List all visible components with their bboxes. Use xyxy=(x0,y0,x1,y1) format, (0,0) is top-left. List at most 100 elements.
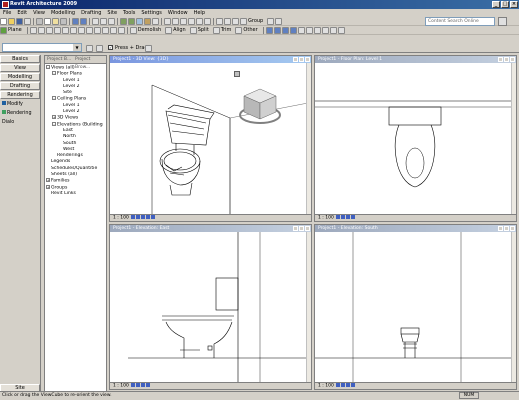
expand-icon[interactable]: + xyxy=(46,178,50,183)
paste-icon[interactable] xyxy=(52,18,59,25)
resize-icon[interactable] xyxy=(204,18,211,25)
view-south-titlebar[interactable]: Project1 - Elevation: South xyxy=(315,225,516,232)
edit-group-icon[interactable] xyxy=(275,18,283,25)
detail-level-icon[interactable] xyxy=(336,215,341,219)
collapse-icon[interactable]: - xyxy=(46,65,50,69)
plane-label[interactable]: Plane xyxy=(8,26,22,34)
hide-icon[interactable] xyxy=(151,215,156,219)
press-drag-checkbox[interactable]: ✓ xyxy=(108,45,113,50)
view-3d-canvas[interactable] xyxy=(110,63,306,214)
maximize-button[interactable]: □ xyxy=(501,1,509,8)
thin-lines-icon[interactable] xyxy=(164,18,171,25)
view-3d-scrollbar[interactable] xyxy=(306,63,311,214)
tool-12-icon[interactable] xyxy=(117,27,125,34)
menu-site[interactable]: Site xyxy=(104,9,120,17)
view-maximize-icon[interactable] xyxy=(504,226,509,231)
view-minimize-icon[interactable] xyxy=(498,57,503,62)
crop-icon[interactable] xyxy=(146,215,151,219)
tool-10-icon[interactable] xyxy=(101,27,109,34)
menu-drafting[interactable]: Drafting xyxy=(78,9,104,17)
content-search-input[interactable]: Content Search Online xyxy=(425,17,495,26)
align-label[interactable]: Align xyxy=(173,26,186,34)
revit-app-icon[interactable] xyxy=(2,1,9,8)
minimize-button[interactable]: _ xyxy=(492,1,500,8)
sync-icon[interactable] xyxy=(24,18,31,25)
plane-icon[interactable] xyxy=(0,27,7,34)
tool-9-icon[interactable] xyxy=(93,27,101,34)
tool-15-icon[interactable] xyxy=(281,27,289,34)
collapse-icon[interactable]: - xyxy=(52,96,56,101)
tab-view[interactable]: View xyxy=(0,64,40,72)
pin-icon[interactable] xyxy=(216,18,223,25)
view-close-icon[interactable] xyxy=(305,57,310,62)
visual-style-icon[interactable] xyxy=(341,383,346,387)
view-floor-scale[interactable]: 1 : 100 xyxy=(318,216,334,221)
new-icon[interactable] xyxy=(0,18,7,25)
home-icon[interactable] xyxy=(234,71,240,77)
3d-view-icon[interactable] xyxy=(144,18,151,25)
tool-6-icon[interactable] xyxy=(69,27,77,34)
other-icon[interactable] xyxy=(235,27,243,34)
mirror-icon[interactable] xyxy=(188,18,195,25)
tool-1-icon[interactable] xyxy=(29,27,37,34)
tool-3-icon[interactable] xyxy=(45,27,53,34)
view-east-scale[interactable]: 1 : 100 xyxy=(113,384,129,389)
copy-view-icon[interactable] xyxy=(172,18,179,25)
view-south-scale[interactable]: 1 : 100 xyxy=(318,384,334,389)
menu-window[interactable]: Window xyxy=(165,9,191,17)
view-floor-titlebar[interactable]: Project1 - Floor Plan: Level 1 xyxy=(315,56,516,63)
tool-8-icon[interactable] xyxy=(85,27,93,34)
view-3d-scale[interactable]: 1 : 100 xyxy=(113,216,129,221)
browser-tab-1[interactable]: Project B... xyxy=(45,56,73,64)
tool-17-icon[interactable] xyxy=(297,27,305,34)
visual-style-icon[interactable] xyxy=(136,215,141,219)
menu-view[interactable]: View xyxy=(30,9,48,17)
view-maximize-icon[interactable] xyxy=(504,57,509,62)
tool-13-icon[interactable] xyxy=(265,27,273,34)
save-icon[interactable] xyxy=(16,18,23,25)
menu-file[interactable]: File xyxy=(0,9,14,17)
view-close-icon[interactable] xyxy=(305,226,310,231)
tool-14-icon[interactable] xyxy=(273,27,281,34)
menu-tools[interactable]: Tools xyxy=(120,9,138,17)
align-icon[interactable] xyxy=(165,27,173,34)
detail-level-icon[interactable] xyxy=(131,215,136,219)
shadows-icon[interactable] xyxy=(346,215,351,219)
expand-icon[interactable]: + xyxy=(52,115,56,120)
measure-icon[interactable] xyxy=(100,18,107,25)
search-icon[interactable] xyxy=(498,17,507,26)
tool-5-icon[interactable] xyxy=(61,27,69,34)
view-maximize-icon[interactable] xyxy=(299,57,304,62)
tool-19-icon[interactable] xyxy=(313,27,321,34)
detail-level-icon[interactable] xyxy=(131,383,136,387)
menu-settings[interactable]: Settings xyxy=(138,9,165,17)
tool-2-icon[interactable] xyxy=(37,27,45,34)
tab-drafting[interactable]: Drafting xyxy=(0,82,40,90)
tool-11-icon[interactable] xyxy=(109,27,117,34)
view-east-scrollbar[interactable] xyxy=(306,232,311,382)
tab-modelling[interactable]: Modelling xyxy=(0,73,40,81)
rotate-icon[interactable] xyxy=(180,18,187,25)
tool-18-icon[interactable] xyxy=(305,27,313,34)
collapse-icon[interactable]: - xyxy=(52,121,56,126)
tab-rendering[interactable]: Rendering xyxy=(0,91,40,99)
select-icon[interactable] xyxy=(92,18,99,25)
zoom-region-icon[interactable] xyxy=(128,18,135,25)
view-floor-canvas[interactable] xyxy=(315,63,511,214)
tool-20-icon[interactable] xyxy=(321,27,329,34)
cut-icon[interactable] xyxy=(36,18,43,25)
view-maximize-icon[interactable] xyxy=(299,226,304,231)
tab-basics[interactable]: Basics xyxy=(0,55,40,63)
filter-icon[interactable] xyxy=(145,45,152,52)
section-icon[interactable] xyxy=(152,18,159,25)
group-icon[interactable] xyxy=(240,18,247,25)
type-properties-icon[interactable] xyxy=(96,45,103,52)
open-icon[interactable] xyxy=(8,18,15,25)
close-button[interactable]: × xyxy=(510,1,518,8)
modify-tool[interactable]: Modify xyxy=(0,100,40,109)
visual-style-icon[interactable] xyxy=(136,383,141,387)
shadows-icon[interactable] xyxy=(346,383,351,387)
view-minimize-icon[interactable] xyxy=(293,57,298,62)
view-floor-plan[interactable]: Project1 - Floor Plan: Level 1 1 : 100 xyxy=(314,55,517,222)
view-south-scrollbar[interactable] xyxy=(511,232,516,382)
